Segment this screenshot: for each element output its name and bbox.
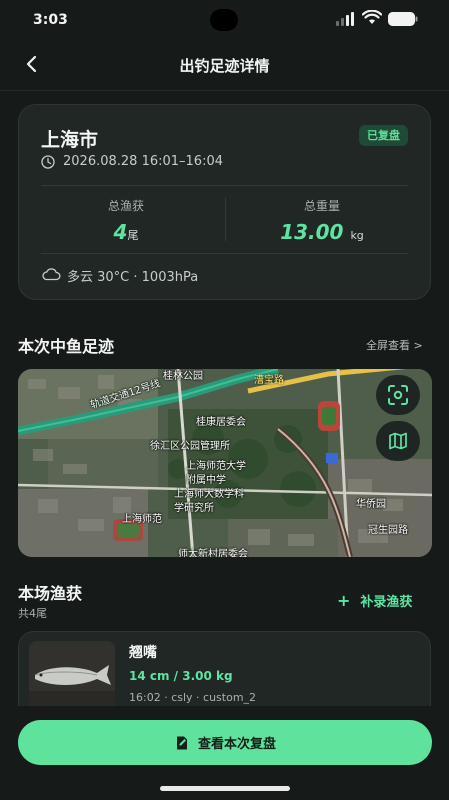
wifi-icon [362, 10, 382, 24]
map-label-committee: 桂康居委会 [196, 417, 246, 428]
camera-island [210, 9, 238, 31]
map-label-shnu: 上海师范大学 [186, 461, 246, 472]
weather-divider [41, 253, 408, 254]
total-catch-label: 总渔获 [107, 199, 144, 213]
map-label-caobao-road: 漕宝路 [254, 375, 284, 386]
map-label-park: 桂林公园 [163, 371, 203, 382]
focus-locate-icon [388, 385, 408, 405]
total-weight-value: 13.00 [280, 220, 344, 244]
map-label-huawen: 华侨园 [356, 499, 386, 510]
map-layer-button[interactable] [376, 421, 420, 461]
clock-icon [41, 155, 55, 169]
add-catch-label: 补录渔获 [360, 595, 413, 610]
catch-count: 共4尾 [18, 607, 47, 620]
total-catch-value: 4 [113, 220, 128, 244]
fish-meta: 16:02 · csly · custom_2 [129, 691, 257, 704]
total-catch-unit: 尾 [127, 229, 139, 242]
total-catch-stat: 总渔获 4尾 [41, 197, 211, 244]
map-icon [389, 432, 407, 450]
trip-city: 上海市 [41, 129, 99, 151]
cloud-icon [42, 268, 61, 281]
map-label-shnu-math: 上海师大数学科 [174, 489, 244, 500]
cellular-signal-icon [336, 12, 354, 26]
header-divider [0, 90, 449, 91]
view-review-label: 查看本次复盘 [197, 737, 276, 752]
map-label-research: 学研究所 [174, 503, 214, 514]
map-label-affiliated-school: 附属中学 [186, 475, 226, 486]
map-label-residents: 师大新村居委会 [178, 549, 248, 557]
total-weight-label: 总重量 [303, 199, 340, 213]
map-label-xuhui-park: 徐汇区公园管理所 [150, 441, 230, 452]
map-label-xingsheng-road: 冠生园路 [368, 525, 408, 536]
catch-section-title: 本场渔获 [18, 584, 83, 603]
locate-button[interactable] [376, 375, 420, 415]
fish-species: 翘嘴 [129, 645, 157, 661]
status-bar: 3:03 [0, 0, 449, 42]
trip-date-range: 2026.08.28 16:01–16:04 [63, 154, 223, 169]
status-time: 3:03 [33, 12, 68, 28]
view-review-button[interactable]: 查看本次复盘 [18, 720, 432, 765]
trip-summary-card: 上海市 已复盘 2026.08.28 16:01–16:04 总渔获 4尾 总重… [18, 104, 431, 300]
fish-measurement: 14 cm / 3.00 kg [129, 669, 233, 683]
home-indicator [160, 786, 290, 791]
battery-icon [388, 12, 418, 26]
fullscreen-view-link[interactable]: 全屏查看 > [366, 337, 423, 353]
total-weight-stat: 总重量 13.00 kg [237, 197, 407, 244]
navigation-bar: 出钓足迹详情 [0, 42, 449, 90]
total-weight-unit: kg [350, 229, 364, 242]
summary-divider [41, 185, 408, 186]
edit-document-icon [176, 736, 187, 749]
trail-section-title: 本次中鱼足迹 [18, 337, 115, 356]
catch-trail-map[interactable]: 桂林公园 漕宝路 轨道交通12号线 桂康居委会 徐汇区公园管理所 上海师范大学 … [18, 369, 432, 557]
reviewed-badge: 已复盘 [359, 125, 408, 146]
plus-icon: + [337, 591, 351, 610]
add-catch-button[interactable]: + 补录渔获 [337, 591, 412, 610]
page-title: 出钓足迹详情 [179, 57, 270, 75]
stat-divider [225, 197, 226, 241]
weather-info: 多云 30°C · 1003hPa [67, 270, 199, 285]
map-label-shnu-short: 上海师范 [122, 514, 162, 525]
